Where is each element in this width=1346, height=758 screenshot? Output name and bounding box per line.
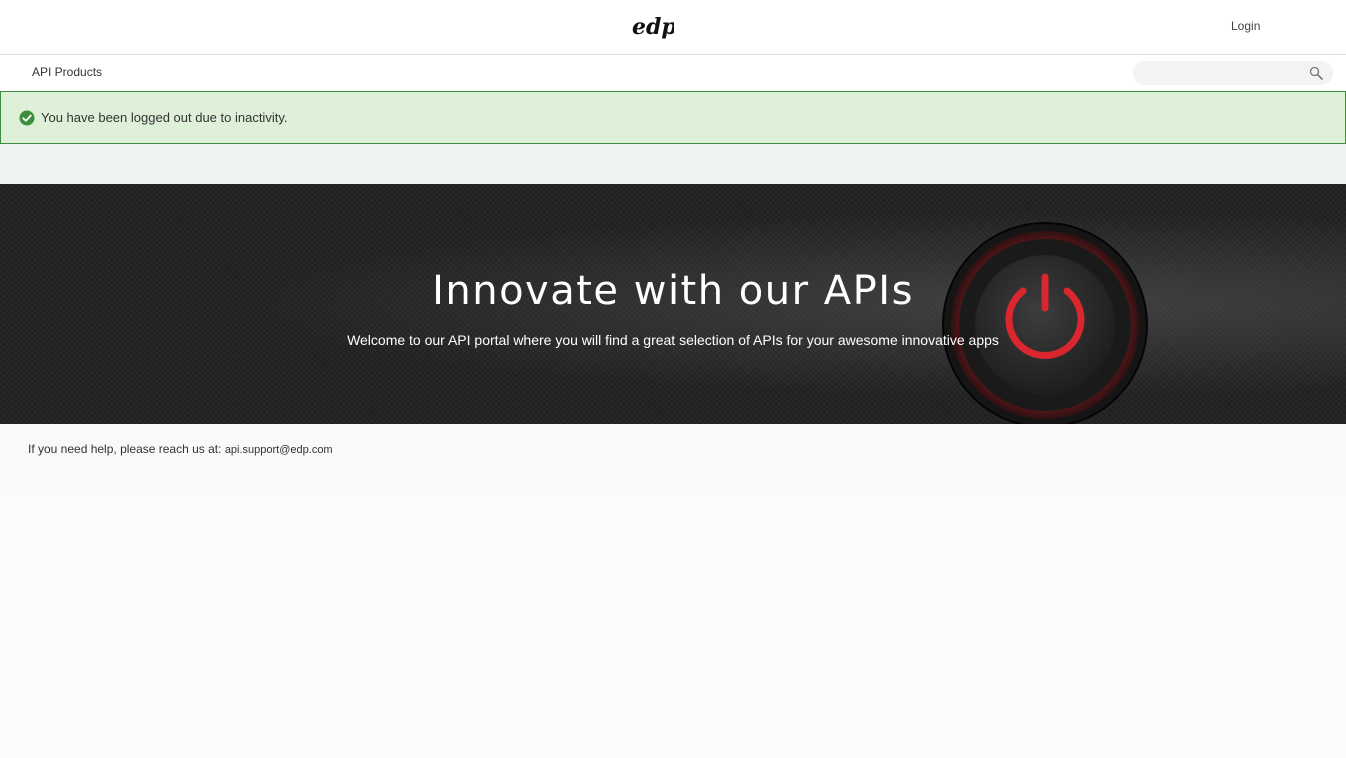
alert-message: You have been logged out due to inactivi… xyxy=(41,110,288,125)
hero-banner: Innovate with our APIs Welcome to our AP… xyxy=(0,184,1346,424)
search-icon[interactable] xyxy=(1308,65,1324,81)
edp-logo[interactable]: edp xyxy=(630,10,674,44)
check-circle-icon xyxy=(19,110,35,126)
nav-item-api-products[interactable]: API Products xyxy=(32,65,102,79)
hero-subtitle: Welcome to our API portal where you will… xyxy=(347,332,999,348)
logout-alert: You have been logged out due to inactivi… xyxy=(0,91,1346,144)
logo-text: edp xyxy=(632,14,674,40)
top-header: edp Login xyxy=(0,0,1346,55)
help-section: If you need help, please reach us at: ap… xyxy=(0,424,1346,496)
nav-bar: API Products xyxy=(0,55,1346,91)
search-box xyxy=(1133,61,1333,85)
help-prefix: If you need help, please reach us at: xyxy=(28,442,225,456)
spacer-band xyxy=(0,144,1346,184)
power-icon xyxy=(942,222,1148,424)
search-input[interactable] xyxy=(1143,64,1303,82)
help-text: If you need help, please reach us at: ap… xyxy=(28,442,333,456)
login-link[interactable]: Login xyxy=(1231,19,1260,33)
hero-title: Innovate with our APIs xyxy=(432,268,914,314)
support-email-link[interactable]: api.support@edp.com xyxy=(225,444,333,456)
